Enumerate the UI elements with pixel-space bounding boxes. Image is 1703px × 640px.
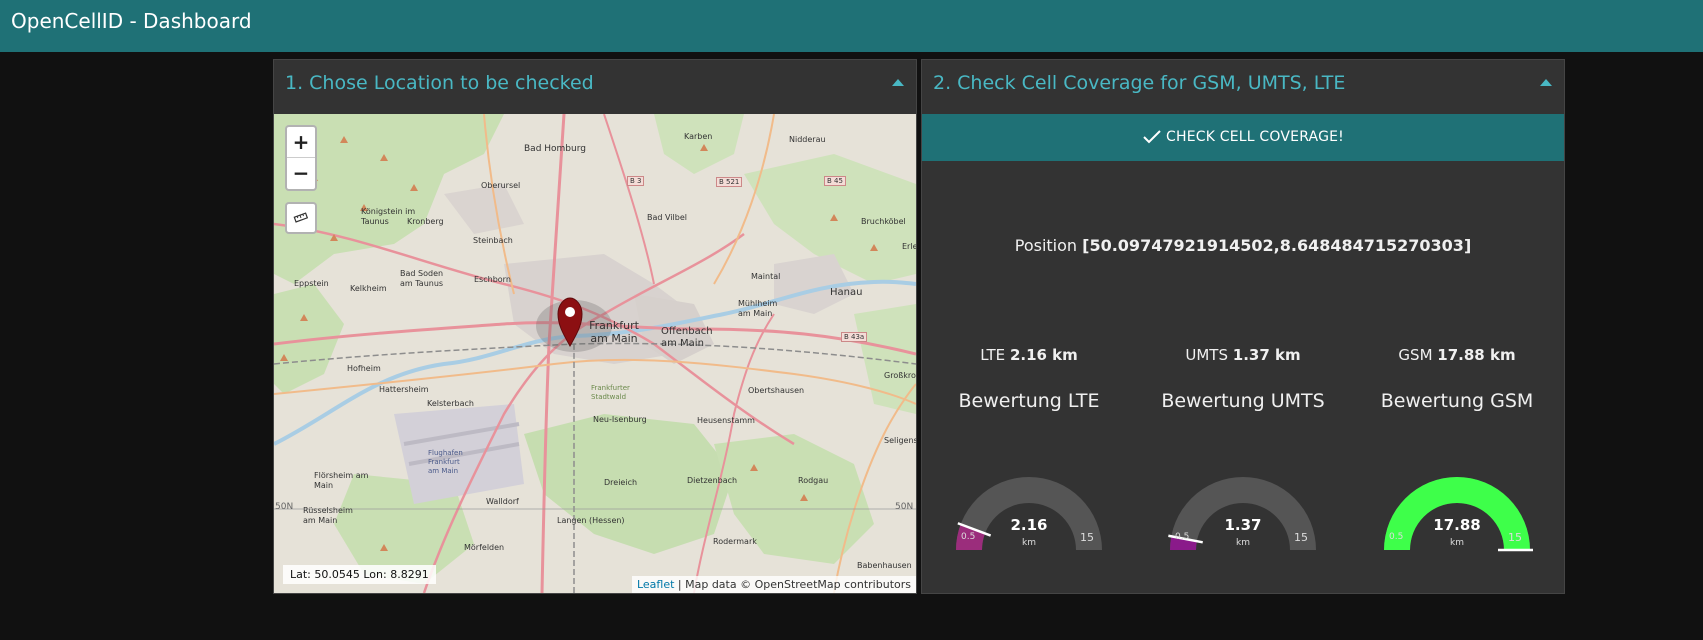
map-label: Rüsselsheim am Main bbox=[303, 506, 353, 525]
lte-gauge: 2.16 km 0.5 15 bbox=[922, 450, 1136, 560]
map-label: Dreieich bbox=[604, 478, 638, 487]
attribution-text: | Map data © OpenStreetMap contributors bbox=[674, 578, 911, 591]
position-readout: Position [50.09747921914502,8.6484847152… bbox=[922, 236, 1564, 255]
umts-gauge: 1.37 km 0.5 15 bbox=[1136, 450, 1350, 560]
map-label: Bad Vilbel bbox=[647, 213, 687, 222]
road-label: B 43a bbox=[841, 332, 868, 342]
map-label: Offenbach am Main bbox=[661, 326, 713, 349]
coverage-panel-header[interactable]: 2. Check Cell Coverage for GSM, UMTS, LT… bbox=[922, 60, 1564, 114]
measure-ruler-button[interactable] bbox=[285, 202, 317, 234]
umts-distance: UMTS 1.37 km bbox=[1136, 346, 1350, 364]
location-panel: 1. Chose Location to be checked Bad Homb… bbox=[273, 59, 917, 594]
map-label: Frankfurter Stadtwald bbox=[591, 384, 630, 401]
gauge-value: 2.16 bbox=[1010, 516, 1048, 534]
map-label: Rodgau bbox=[798, 476, 829, 485]
metric-name: GSM bbox=[1398, 346, 1433, 364]
ruler-icon bbox=[293, 212, 309, 223]
leaflet-link[interactable]: Leaflet bbox=[637, 578, 674, 591]
map-label: Bruchköbel bbox=[861, 217, 906, 226]
map-label: Babenhausen bbox=[857, 561, 912, 570]
gauge-min: 0.5 bbox=[1389, 532, 1404, 542]
gauge-max: 15 bbox=[1508, 531, 1522, 544]
gauge-unit: km bbox=[1022, 538, 1036, 548]
gauge-min: 0.5 bbox=[961, 532, 976, 542]
location-panel-title: 1. Chose Location to be checked bbox=[285, 72, 594, 94]
collapse-caret-icon[interactable] bbox=[892, 79, 904, 86]
check-button-label: CHECK CELL COVERAGE! bbox=[1166, 129, 1344, 145]
map-label: Hattersheim bbox=[379, 385, 429, 394]
map-label: Seligenstadt bbox=[884, 436, 916, 445]
check-cell-coverage-button[interactable]: CHECK CELL COVERAGE! bbox=[922, 114, 1564, 161]
map-label: Kelsterbach bbox=[427, 399, 474, 408]
app-header: OpenCellID - Dashboard bbox=[0, 0, 1703, 52]
map-label: Eschborn bbox=[474, 275, 511, 284]
map-label: Neu-Isenburg bbox=[593, 415, 647, 424]
metric-name: LTE bbox=[980, 346, 1006, 364]
gsm-rating-title: Bewertung GSM bbox=[1380, 390, 1534, 412]
position-value: [50.09747921914502,8.648484715270303] bbox=[1082, 236, 1472, 255]
road-label: B 521 bbox=[716, 177, 743, 187]
map-label: Großkrotzenburg bbox=[884, 371, 916, 380]
map-view[interactable]: Bad Homburg Karben Nidderau Oberursel Ba… bbox=[274, 114, 916, 593]
map-label: Obertshausen bbox=[748, 386, 805, 395]
map-label: Bad Soden am Taunus bbox=[400, 269, 444, 288]
map-attribution: Leaflet | Map data © OpenStreetMap contr… bbox=[631, 576, 916, 593]
road-label: B 45 bbox=[824, 176, 846, 186]
lte-distance: LTE 2.16 km bbox=[922, 346, 1136, 364]
map-label: Flughafen Frankfurt am Main bbox=[428, 449, 463, 475]
map-label: Walldorf bbox=[486, 497, 519, 506]
umts-rating-title: Bewertung UMTS bbox=[1161, 390, 1325, 412]
coverage-panel: 2. Check Cell Coverage for GSM, UMTS, LT… bbox=[921, 59, 1565, 594]
map-label: Eppstein bbox=[294, 279, 329, 288]
gauge-unit: km bbox=[1450, 538, 1464, 548]
app-title: OpenCellID - Dashboard bbox=[11, 9, 252, 33]
metric-value: 2.16 km bbox=[1009, 346, 1078, 364]
gauge-min: 0.5 bbox=[1175, 532, 1190, 542]
gsm-gauge: 17.88 km 0.5 15 bbox=[1350, 450, 1564, 560]
gauge-max: 15 bbox=[1294, 531, 1308, 544]
map-label: Rodermark bbox=[713, 537, 757, 546]
map-label: Mühlheim am Main bbox=[738, 299, 778, 318]
metric-value: 1.37 km bbox=[1232, 346, 1301, 364]
position-label: Position bbox=[1014, 236, 1078, 255]
map-label: Flörsheim am Main bbox=[314, 471, 369, 490]
gauge-unit: km bbox=[1236, 538, 1250, 548]
gsm-distance: GSM 17.88 km bbox=[1350, 346, 1564, 364]
map-label: Frankfurt am Main bbox=[589, 319, 639, 345]
grid-label: 50N bbox=[275, 502, 294, 512]
map-label: Hanau bbox=[830, 287, 863, 298]
grid-label: 50N bbox=[895, 502, 914, 512]
mouse-position-readout: Lat: 50.0545 Lon: 8.8291 bbox=[283, 565, 436, 584]
map-label: Bad Homburg bbox=[524, 144, 586, 154]
map-label: Erlensee bbox=[902, 242, 916, 251]
coverage-panel-title: 2. Check Cell Coverage for GSM, UMTS, LT… bbox=[933, 72, 1346, 94]
map-label: Mörfelden bbox=[464, 543, 505, 552]
map-label: Kronberg bbox=[407, 217, 444, 226]
map-label: Oberursel bbox=[481, 181, 521, 190]
checkmark-icon bbox=[1143, 130, 1161, 144]
map-label: Kelkheim bbox=[350, 284, 387, 293]
zoom-control: + − bbox=[285, 125, 317, 191]
road-label: B 3 bbox=[627, 176, 645, 186]
location-panel-header[interactable]: 1. Chose Location to be checked bbox=[274, 60, 916, 114]
zoom-in-button[interactable]: + bbox=[287, 127, 315, 158]
map-label: Dietzenbach bbox=[687, 476, 738, 485]
metric-name: UMTS bbox=[1185, 346, 1228, 364]
map-label: Hofheim bbox=[347, 364, 381, 373]
map-label: Maintal bbox=[751, 272, 781, 281]
map-label: Steinbach bbox=[473, 236, 513, 245]
gauge-value: 1.37 bbox=[1224, 516, 1262, 534]
gauge-max: 15 bbox=[1080, 531, 1094, 544]
lte-rating-title: Bewertung LTE bbox=[958, 390, 1100, 412]
gauge-value: 17.88 bbox=[1433, 516, 1481, 534]
metric-value: 17.88 km bbox=[1437, 346, 1516, 364]
collapse-caret-icon[interactable] bbox=[1540, 79, 1552, 86]
map-label: Heusenstamm bbox=[697, 416, 755, 425]
map-label: Karben bbox=[684, 132, 713, 141]
map-label: Langen (Hessen) bbox=[557, 516, 625, 525]
map-label: Nidderau bbox=[789, 135, 826, 144]
zoom-out-button[interactable]: − bbox=[287, 158, 315, 189]
